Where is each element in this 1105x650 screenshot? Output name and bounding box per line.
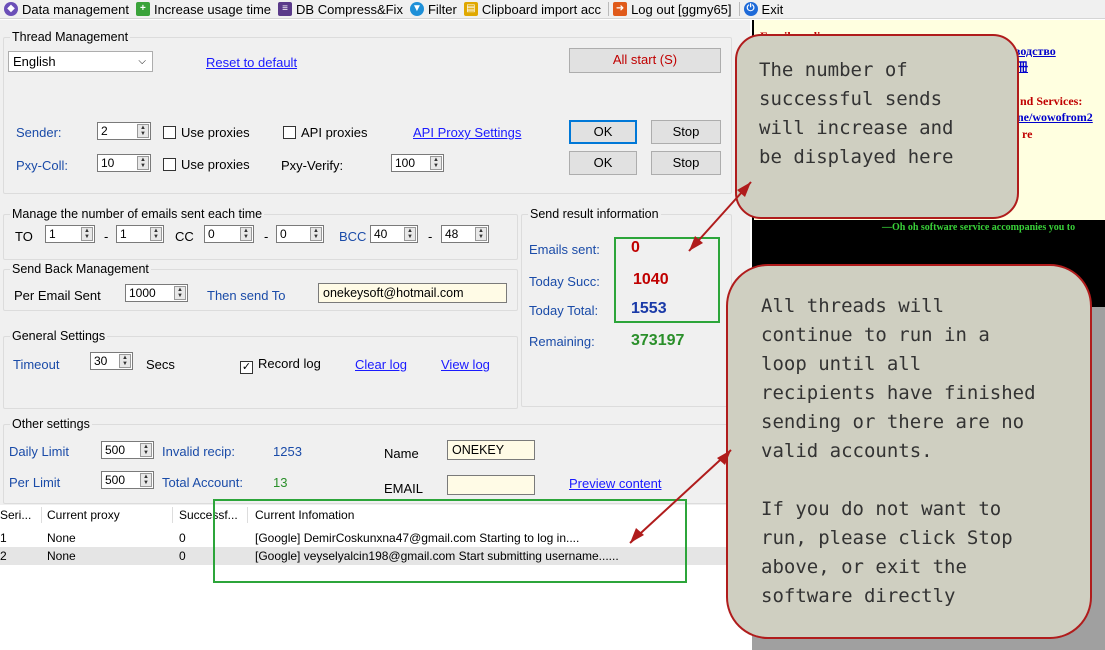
arrow-head [717,450,731,465]
arrow-line [629,449,732,544]
callout-arrows [629,181,752,544]
arrow-head [630,528,644,543]
